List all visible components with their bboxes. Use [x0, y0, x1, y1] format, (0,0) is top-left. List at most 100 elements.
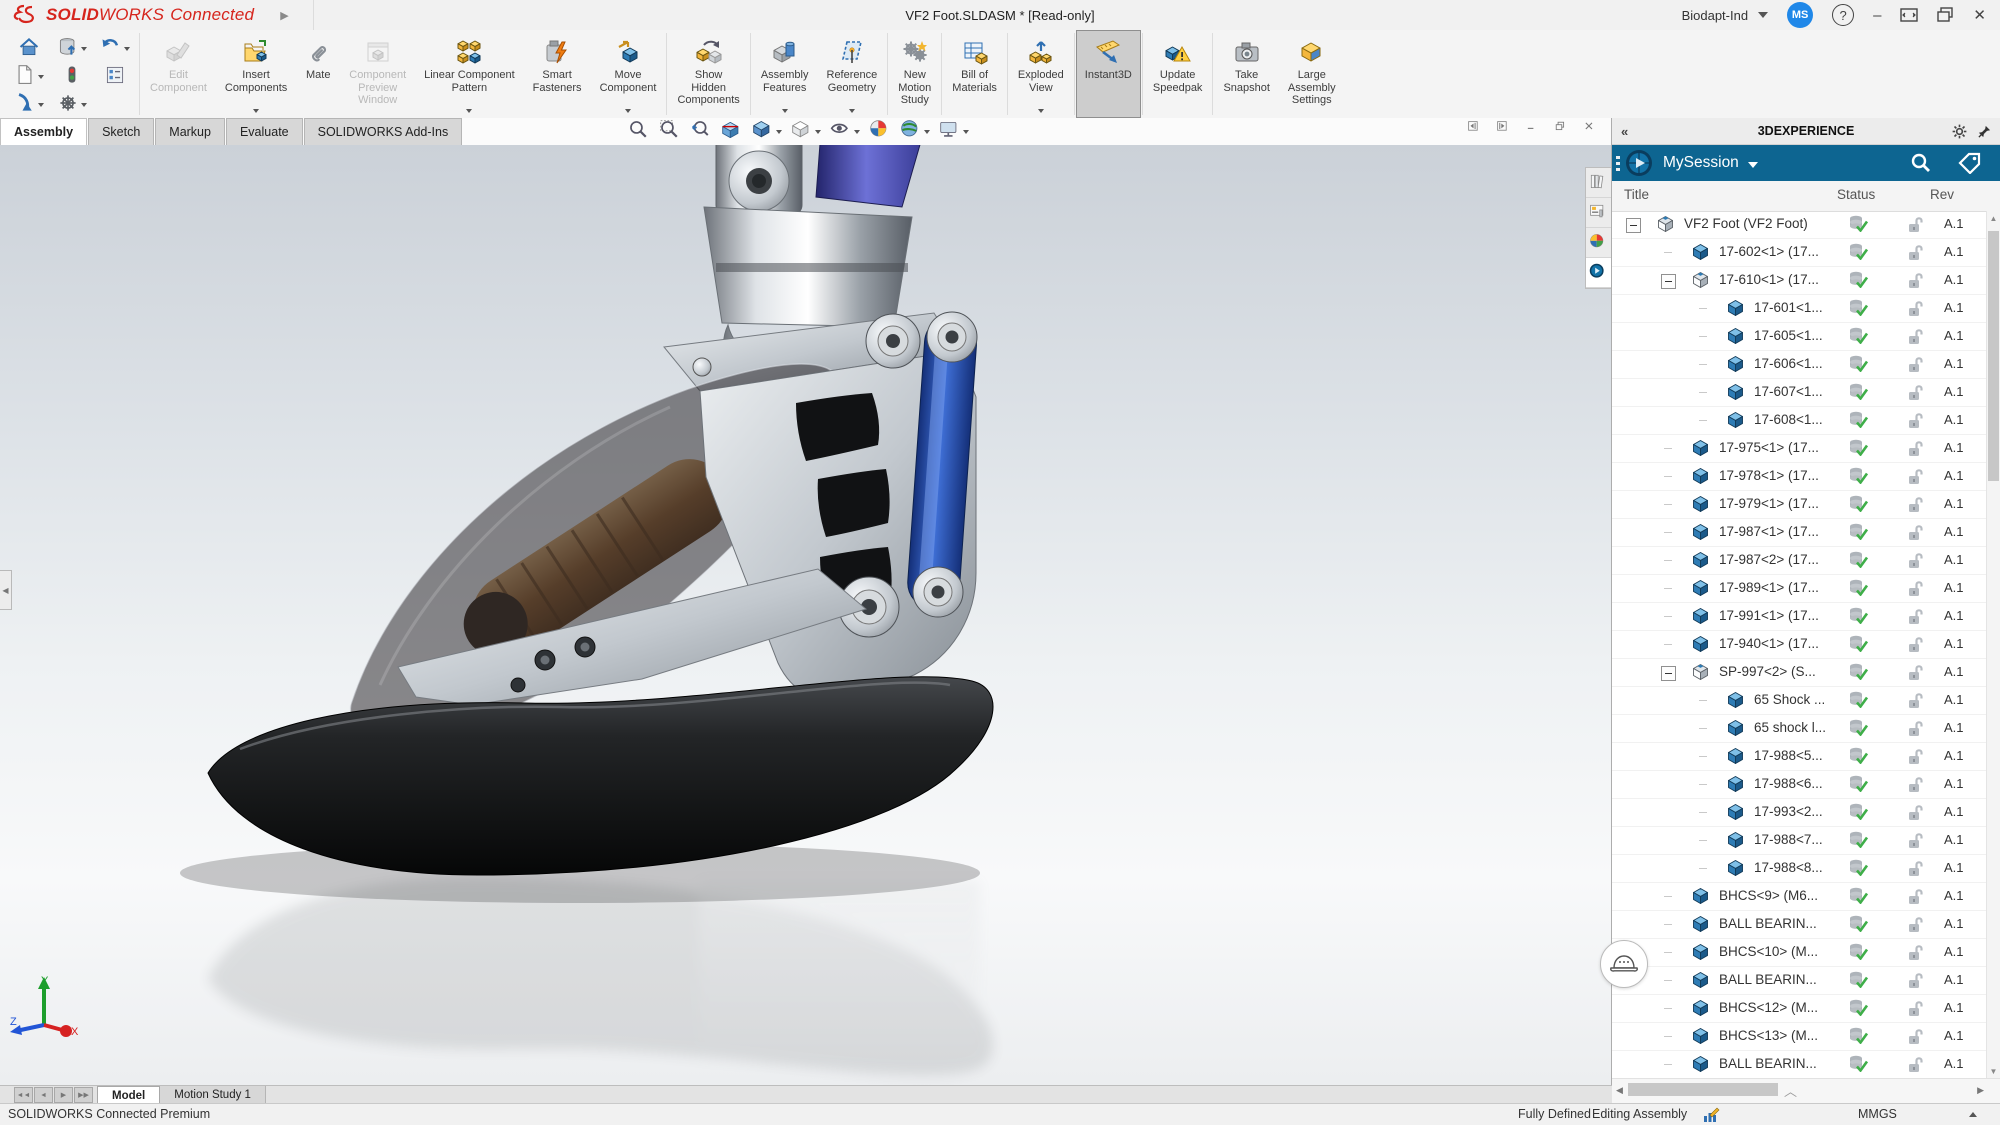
- caret-down-icon[interactable]: [848, 109, 855, 113]
- tree-row[interactable]: 17-988<7... A.1: [1612, 827, 2000, 855]
- session-selector[interactable]: MySession: [1663, 154, 1739, 172]
- unlock-icon[interactable]: [1907, 551, 1924, 574]
- zoom-to-area-button[interactable]: [659, 119, 681, 146]
- component-label[interactable]: 17-993<2...: [1754, 804, 1823, 819]
- settings-gear-button[interactable]: [51, 92, 92, 118]
- scroll-down-icon[interactable]: ▼: [1987, 1067, 2000, 1076]
- task-pane-tab-custom-properties[interactable]: [1586, 198, 1612, 228]
- next-tab-button[interactable]: ▶: [54, 1087, 73, 1103]
- component-label[interactable]: 17-991<1> (17...: [1719, 608, 1819, 623]
- view-orientation-button[interactable]: [752, 119, 782, 146]
- unlock-icon[interactable]: [1907, 411, 1924, 434]
- move-component-button[interactable]: Move Component: [591, 30, 666, 118]
- task-pane-tab-appearances-scenes[interactable]: [1586, 228, 1612, 258]
- unlock-icon[interactable]: [1907, 691, 1924, 714]
- unlock-icon[interactable]: [1907, 495, 1924, 518]
- tree-row[interactable]: BALL BEARIN... A.1: [1612, 911, 2000, 939]
- tree-row[interactable]: BHCS<12> (M... A.1: [1612, 995, 2000, 1023]
- tree-row[interactable]: 17-988<5... A.1: [1612, 743, 2000, 771]
- tree-expander[interactable]: [1661, 666, 1676, 681]
- unlock-icon[interactable]: [1907, 1055, 1924, 1078]
- caret-down-icon[interactable]: [781, 109, 788, 113]
- document-properties-button[interactable]: [95, 64, 136, 90]
- search-icon[interactable]: [1910, 152, 1932, 174]
- unlock-icon[interactable]: [1907, 355, 1924, 378]
- tree-row[interactable]: 17-975<1> (17... A.1: [1612, 435, 2000, 463]
- tree-row[interactable]: VF2 Foot (VF2 Foot) A.1: [1612, 211, 2000, 239]
- new-document-button[interactable]: [8, 64, 49, 90]
- unlock-icon[interactable]: [1907, 719, 1924, 742]
- display-style-button[interactable]: [791, 119, 821, 146]
- tree-row[interactable]: 17-988<6... A.1: [1612, 771, 2000, 799]
- component-label[interactable]: 17-988<5...: [1754, 748, 1823, 763]
- avatar[interactable]: MS: [1787, 2, 1814, 28]
- exploded-view-button[interactable]: Exploded View: [1009, 30, 1073, 118]
- smart-fasteners-button[interactable]: Smart Fasteners: [524, 30, 591, 118]
- tree-row[interactable]: 17-987<2> (17... A.1: [1612, 547, 2000, 575]
- previous-view-button[interactable]: [690, 119, 712, 146]
- task-pane-tab-design-library[interactable]: [1586, 168, 1612, 198]
- component-label[interactable]: 17-987<2> (17...: [1719, 552, 1819, 567]
- component-label[interactable]: BALL BEARIN...: [1719, 972, 1817, 987]
- component-label[interactable]: 65 shock l...: [1754, 720, 1826, 735]
- tree-row[interactable]: BALL BEARIN... A.1: [1612, 1051, 2000, 1079]
- tree-row[interactable]: 17-988<8... A.1: [1612, 855, 2000, 883]
- unlock-icon[interactable]: [1907, 523, 1924, 546]
- unlock-icon[interactable]: [1907, 607, 1924, 630]
- tree-row[interactable]: 17-978<1> (17... A.1: [1612, 463, 2000, 491]
- unlock-icon[interactable]: [1907, 383, 1924, 406]
- component-label[interactable]: 17-988<6...: [1754, 776, 1823, 791]
- component-label[interactable]: 17-975<1> (17...: [1719, 440, 1819, 455]
- tree-row[interactable]: 65 shock l... A.1: [1612, 715, 2000, 743]
- vertical-scrollbar[interactable]: ▲ ▼: [1986, 211, 2000, 1079]
- unlock-icon[interactable]: [1907, 943, 1924, 966]
- tree-row[interactable]: 17-606<1... A.1: [1612, 351, 2000, 379]
- tree-row[interactable]: 17-991<1> (17... A.1: [1612, 603, 2000, 631]
- component-label[interactable]: BHCS<9> (M6...: [1719, 888, 1818, 903]
- tab-evaluate[interactable]: Evaluate: [225, 118, 303, 145]
- chevron-down-icon[interactable]: [1747, 161, 1758, 168]
- unlock-icon[interactable]: [1907, 243, 1924, 266]
- horizontal-scrollbar[interactable]: ◀ ︿ ▶: [1612, 1078, 2000, 1103]
- unlock-icon[interactable]: [1907, 775, 1924, 798]
- drag-handle[interactable]: [1612, 155, 1625, 171]
- assistant-helmet-button[interactable]: [1600, 940, 1648, 988]
- component-label[interactable]: BALL BEARIN...: [1719, 916, 1817, 931]
- help-button[interactable]: ?: [1832, 4, 1855, 26]
- model-vf2-foot[interactable]: [0, 145, 1612, 1085]
- unlock-icon[interactable]: [1907, 971, 1924, 994]
- take-snapshot-button[interactable]: Take Snapshot: [1214, 30, 1278, 118]
- tree-row[interactable]: 17-987<1> (17... A.1: [1612, 519, 2000, 547]
- tab-markup[interactable]: Markup: [155, 118, 225, 145]
- feature-manager-collapsed-tab[interactable]: ◀: [0, 570, 12, 610]
- tags-icon[interactable]: [1702, 1107, 1720, 1125]
- component-label[interactable]: 17-979<1> (17...: [1719, 496, 1819, 511]
- tree-row[interactable]: BHCS<10> (M... A.1: [1612, 939, 2000, 967]
- span-displays-button[interactable]: [1900, 7, 1919, 23]
- scroll-up-icon[interactable]: ▲: [1987, 214, 2000, 223]
- unlock-icon[interactable]: [1907, 831, 1924, 854]
- model-bearing[interactable]: [865, 313, 921, 369]
- last-tab-button[interactable]: ▶▶: [74, 1087, 93, 1103]
- home-button[interactable]: [8, 36, 49, 62]
- unlock-icon[interactable]: [1907, 579, 1924, 602]
- tree-row[interactable]: 17-608<1... A.1: [1612, 407, 2000, 435]
- tree-row[interactable]: 17-610<1> (17... A.1: [1612, 267, 2000, 295]
- component-label[interactable]: BHCS<12> (M...: [1719, 1000, 1818, 1015]
- component-label[interactable]: BALL BEARIN...: [1719, 1056, 1817, 1071]
- restore-button[interactable]: [1937, 7, 1954, 23]
- unlock-icon[interactable]: [1907, 887, 1924, 910]
- unlock-icon[interactable]: [1907, 327, 1924, 350]
- component-label[interactable]: BHCS<13> (M...: [1719, 1028, 1818, 1043]
- 3dexperience-compass-icon[interactable]: [1625, 149, 1653, 177]
- undo-button[interactable]: [95, 36, 136, 62]
- collapse-tree-icon[interactable]: ︿: [1784, 1081, 1797, 1100]
- component-label[interactable]: 17-607<1...: [1754, 384, 1823, 399]
- tab-solidworks-add-ins[interactable]: SOLIDWORKS Add-Ins: [303, 118, 463, 145]
- unlock-icon[interactable]: [1907, 299, 1924, 322]
- reference-geometry-button[interactable]: Reference Geometry: [818, 30, 887, 118]
- panel-settings-icon[interactable]: [1952, 124, 1967, 139]
- column-rev[interactable]: Rev: [1930, 187, 1954, 202]
- model-foot-base[interactable]: [207, 676, 994, 876]
- tree-row[interactable]: BALL BEARIN... A.1: [1612, 967, 2000, 995]
